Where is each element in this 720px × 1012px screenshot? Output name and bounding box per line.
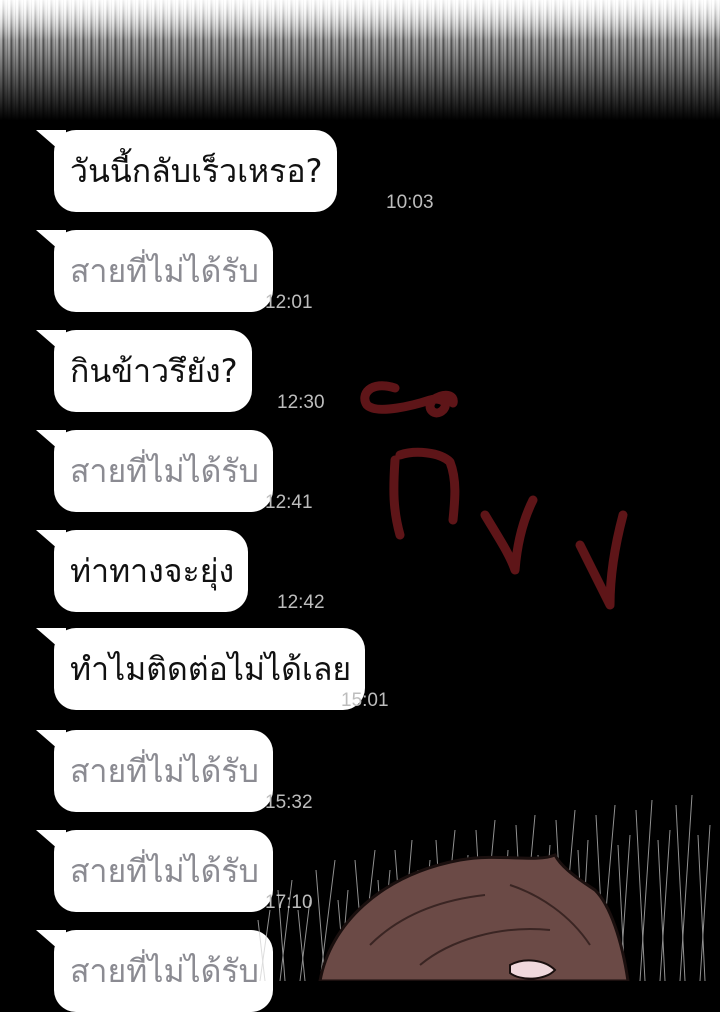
chat-message: กินข้าวรึยัง? 12:30 (36, 330, 325, 413)
message-time: 12:30 (277, 392, 325, 413)
character-hair (318, 853, 630, 981)
message-time: 12:01 (265, 292, 313, 313)
sound-effect-lettering (360, 381, 628, 610)
message-bubble: ทำไมติดต่อไม่ได้เลย (35, 628, 366, 710)
message-bubble: กินข้าวรึยัง? (36, 330, 252, 412)
chat-message: ท่าทางจะยุ่ง 12:42 (35, 530, 325, 613)
chat-message: สายที่ไม่ได้รับ 12:41 (36, 430, 313, 513)
chat-message: สายที่ไม่ได้รับ 15:32 (36, 730, 313, 813)
chat-message: ทำไมติดต่อไม่ได้เลย 15:01 (35, 628, 389, 711)
message-time: 12:42 (277, 592, 325, 613)
missed-call-bubble: สายที่ไม่ได้รับ (36, 230, 273, 312)
message-time: 12:41 (265, 492, 313, 513)
message-time: 10:03 (386, 192, 434, 213)
chat-message: สายที่ไม่ได้รับ 12:01 (36, 230, 313, 313)
chat-message: วันนี้กลับเร็วเหรอ? 10:03 (36, 130, 434, 213)
chat-message: สายที่ไม่ได้รับ (36, 930, 273, 1012)
message-bubble: ท่าทางจะยุ่ง (35, 530, 249, 612)
missed-call-bubble: สายที่ไม่ได้รับ (36, 430, 273, 512)
message-bubble: วันนี้กลับเร็วเหรอ? (36, 130, 337, 212)
message-time: 15:01 (341, 690, 389, 711)
chat-message: สายที่ไม่ได้รับ 17:10 (36, 830, 313, 913)
